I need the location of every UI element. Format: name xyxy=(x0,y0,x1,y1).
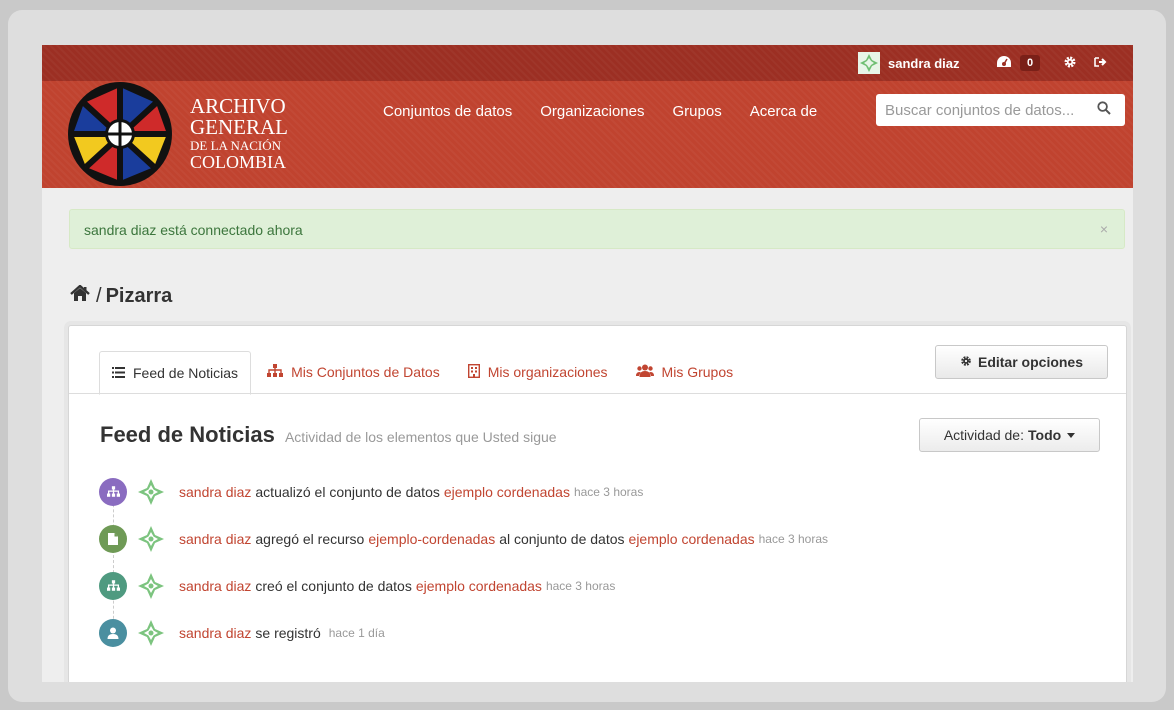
file-icon xyxy=(99,524,127,553)
activity-timestamp: hace 3 horas xyxy=(758,531,829,546)
home-icon[interactable] xyxy=(70,284,90,308)
activity-user-link[interactable]: sandra diaz xyxy=(179,531,251,547)
feed-subtitle: Actividad de los elementos que Usted sig… xyxy=(284,429,557,445)
activity-text: agregó el recurso xyxy=(255,530,365,547)
brand-line-4: COLOMBIA xyxy=(190,152,287,172)
activity-item: sandra diaz se registró hace 1 día xyxy=(99,609,1099,656)
activity-dataset-link[interactable]: ejemplo cordenadas xyxy=(444,484,570,500)
dashboard-icon xyxy=(996,55,1012,72)
activity-user-link[interactable]: sandra diaz xyxy=(179,578,251,594)
tab-label: Mis organizaciones xyxy=(487,364,608,380)
nav-organizations[interactable]: Organizaciones xyxy=(540,103,644,120)
user-avatar[interactable] xyxy=(137,477,165,506)
feed-title: Feed de Noticias xyxy=(100,422,275,447)
brand-line-3: DE LA NACIÓN xyxy=(190,138,281,153)
flash-text: sandra diaz está connectado ahora xyxy=(84,222,303,238)
main-navigation: Conjuntos de datos Organizaciones Grupos… xyxy=(383,103,845,120)
tab-news-feed[interactable]: Feed de Noticias xyxy=(99,351,252,395)
dashboard-tabs: Feed de Noticias Mis Conjuntos de Datos … xyxy=(99,348,749,395)
activity-resource-link[interactable]: ejemplo-cordenadas xyxy=(368,531,495,547)
activity-dataset-link[interactable]: ejemplo cordenadas xyxy=(416,578,542,594)
activity-dataset-link[interactable]: ejemplo cordenadas xyxy=(629,531,755,547)
activity-text: actualizó el conjunto de datos xyxy=(255,483,440,500)
nav-about[interactable]: Acerca de xyxy=(750,103,818,120)
site-search xyxy=(876,94,1125,126)
brand-line-1: ARCHIVO xyxy=(190,94,286,118)
activity-item: sandra diaz creó el conjunto de datos ej… xyxy=(99,562,1099,609)
site-masthead: ARCHIVO GENERAL DE LA NACIÓN COLOMBIA Co… xyxy=(42,81,1133,188)
gear-icon xyxy=(1063,55,1077,72)
user-avatar[interactable] xyxy=(137,618,165,647)
activity-text: se registró xyxy=(255,624,321,641)
sign-out-icon xyxy=(1094,56,1108,71)
dashboard-link[interactable]: 0 xyxy=(996,45,1041,81)
nav-datasets[interactable]: Conjuntos de datos xyxy=(383,103,512,120)
building-icon xyxy=(467,363,488,381)
sitemap-icon xyxy=(99,477,127,506)
activity-stream: sandra diaz actualizó el conjunto de dat… xyxy=(99,468,1099,656)
user-account-link[interactable]: sandra diaz xyxy=(858,45,960,81)
dashboard-panel: Feed de Noticias Mis Conjuntos de Datos … xyxy=(68,325,1127,682)
activity-timestamp: hace 3 horas xyxy=(545,578,616,593)
user-avatar[interactable] xyxy=(137,571,165,600)
user-avatar xyxy=(858,52,880,74)
sitemap-icon xyxy=(267,364,291,380)
user-avatar[interactable] xyxy=(137,524,165,553)
tab-label: Mis Grupos xyxy=(661,364,734,380)
account-masthead: sandra diaz 0 xyxy=(42,45,1133,81)
logout-link[interactable] xyxy=(1094,45,1108,81)
filter-label: Actividad de: xyxy=(943,427,1024,443)
edit-button-label: Editar opciones xyxy=(977,354,1084,370)
list-icon xyxy=(112,365,133,381)
search-input[interactable] xyxy=(885,101,1097,119)
sitemap-icon xyxy=(99,571,127,600)
brand-line-2: GENERAL xyxy=(190,115,288,139)
activity-item: sandra diaz agregó el recurso ejemplo-co… xyxy=(99,515,1099,562)
tab-label: Feed de Noticias xyxy=(133,365,239,381)
breadcrumb-current[interactable]: Pizarra xyxy=(106,285,173,308)
tab-label: Mis Conjuntos de Datos xyxy=(291,364,440,380)
users-icon xyxy=(635,364,662,380)
user-icon xyxy=(99,618,127,647)
tab-my-groups[interactable]: Mis Grupos xyxy=(624,350,746,394)
page-heading: Feed de Noticias Actividad de los elemen… xyxy=(100,422,557,448)
search-icon[interactable] xyxy=(1097,100,1111,120)
breadcrumb-separator: / xyxy=(96,285,102,307)
browser-viewport: sandra diaz 0 ARCHIVO GENERAL DE LA NACI… xyxy=(42,45,1133,682)
activity-user-link[interactable]: sandra diaz xyxy=(179,625,251,641)
tabs-divider xyxy=(69,393,1126,394)
screenshot-frame: sandra diaz 0 ARCHIVO GENERAL DE LA NACI… xyxy=(8,10,1166,702)
activity-item: sandra diaz actualizó el conjunto de dat… xyxy=(99,468,1099,515)
nav-groups[interactable]: Grupos xyxy=(673,103,722,120)
activity-text: creó el conjunto de datos xyxy=(255,577,412,594)
activity-timestamp: hace 1 día xyxy=(328,625,385,640)
activity-text: al conjunto de datos xyxy=(499,530,625,547)
breadcrumb: / Pizarra xyxy=(70,284,173,308)
dashboard-count-badge: 0 xyxy=(1020,55,1041,71)
activity-filter-dropdown[interactable]: Actividad de: Todo xyxy=(919,418,1100,452)
username-label: sandra diaz xyxy=(888,55,960,71)
flash-success-message: sandra diaz está connectado ahora × xyxy=(69,209,1125,249)
caret-down-icon xyxy=(1067,432,1076,438)
activity-timestamp: hace 3 horas xyxy=(573,484,644,499)
gear-icon xyxy=(960,354,972,370)
tab-my-datasets[interactable]: Mis Conjuntos de Datos xyxy=(255,350,452,394)
tab-my-organizations[interactable]: Mis organizaciones xyxy=(456,350,620,394)
settings-link[interactable] xyxy=(1063,45,1077,81)
site-brand[interactable]: ARCHIVO GENERAL DE LA NACIÓN COLOMBIA xyxy=(190,94,288,172)
activity-user-link[interactable]: sandra diaz xyxy=(179,484,251,500)
close-icon[interactable]: × xyxy=(1100,221,1108,237)
edit-settings-button[interactable]: Editar opciones xyxy=(935,345,1108,379)
filter-value: Todo xyxy=(1028,427,1062,443)
archivo-logo[interactable] xyxy=(66,81,174,193)
